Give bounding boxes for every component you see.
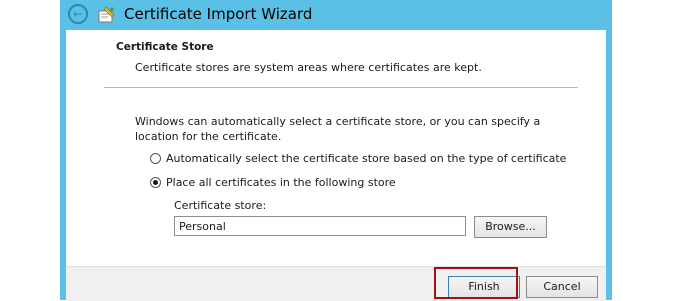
auto-select-option[interactable]: Automatically select the certificate sto… <box>150 152 566 165</box>
header-divider <box>104 87 578 88</box>
arrow-left-icon: ← <box>72 7 84 21</box>
back-button[interactable]: ← <box>68 4 88 24</box>
auto-select-label[interactable]: Automatically select the certificate sto… <box>166 152 566 165</box>
browse-button[interactable]: Browse... <box>474 216 547 238</box>
certificate-store-field[interactable] <box>174 216 466 236</box>
place-all-option[interactable]: Place all certificates in the following … <box>150 176 396 189</box>
wizard-content: Certificate Store Certificate stores are… <box>66 30 606 266</box>
intro-text: Windows can automatically select a certi… <box>135 115 541 143</box>
finish-button[interactable]: Finish <box>448 276 520 298</box>
window-title: Certificate Import Wizard <box>124 5 313 23</box>
cancel-button[interactable]: Cancel <box>526 276 598 298</box>
page-title: Certificate Store <box>116 41 214 53</box>
title-bar: ← Certificate Import Wizard <box>60 0 612 30</box>
place-all-radio[interactable] <box>150 177 161 188</box>
auto-select-radio[interactable] <box>150 153 161 164</box>
page-description: Certificate stores are system areas wher… <box>135 61 482 74</box>
certificate-wizard-icon <box>98 6 115 23</box>
certificate-store-label: Certificate store: <box>174 199 267 212</box>
place-all-label[interactable]: Place all certificates in the following … <box>166 176 396 189</box>
wizard-footer: Finish Cancel <box>66 266 606 301</box>
wizard-window: ← Certificate Import Wizard Certificate … <box>60 0 612 301</box>
